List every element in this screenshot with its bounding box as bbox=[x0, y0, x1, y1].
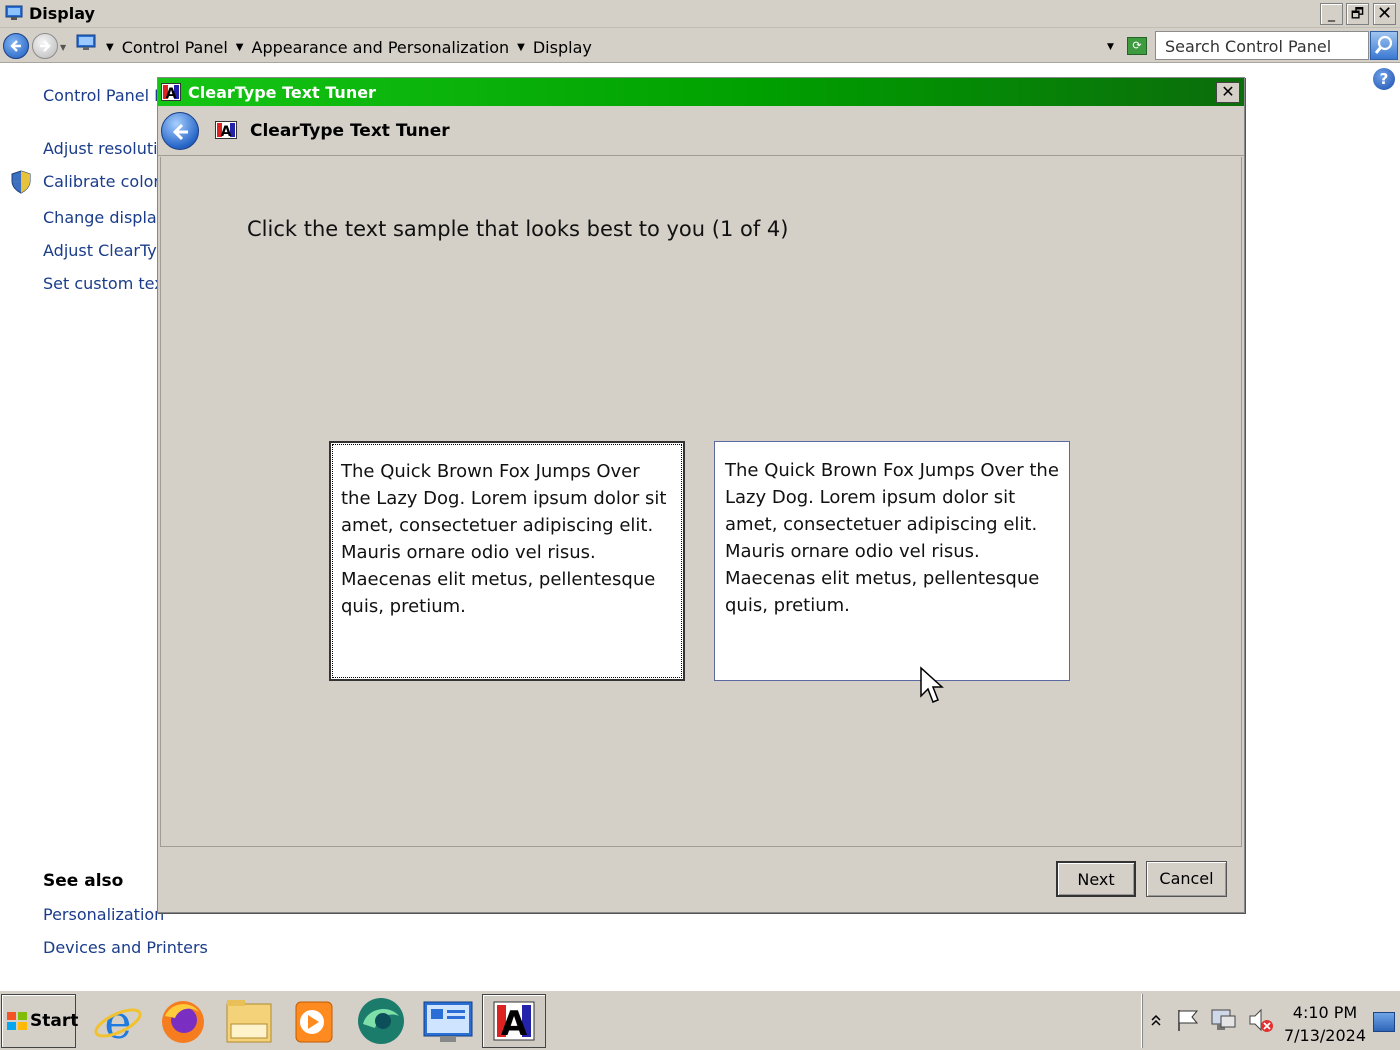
clock-date: 7/13/2024 bbox=[1283, 1026, 1367, 1045]
taskbar-control-panel[interactable] bbox=[416, 994, 480, 1048]
breadcrumb: ▼ Control Panel ▼ Appearance and Persona… bbox=[104, 36, 598, 58]
internet-explorer-icon: e bbox=[94, 995, 142, 1049]
change-display-link[interactable]: Change display bbox=[43, 208, 166, 227]
left-pane: Control Panel H Adjust resolutic Calibra… bbox=[0, 64, 208, 989]
cleartype-icon: A bbox=[493, 1001, 535, 1044]
dialog-titlebar: A ClearType Text Tuner ✕ bbox=[158, 78, 1244, 106]
personalization-link[interactable]: Personalization bbox=[43, 905, 164, 924]
display-icon bbox=[5, 5, 23, 20]
text-sample-2[interactable]: The Quick Brown Fox Jumps Over the Lazy … bbox=[714, 441, 1070, 681]
svg-text:A: A bbox=[221, 124, 232, 139]
devices-and-printers-link[interactable]: Devices and Printers bbox=[43, 938, 208, 957]
svg-text:A: A bbox=[166, 86, 177, 101]
instruction-text: Click the text sample that looks best to… bbox=[247, 217, 789, 241]
adjust-cleartype-link[interactable]: Adjust ClearTyı bbox=[43, 241, 161, 260]
dialog-header-title: ClearType Text Tuner bbox=[250, 121, 450, 141]
taskbar-firefox[interactable] bbox=[151, 994, 215, 1048]
firefox-icon bbox=[162, 1001, 204, 1043]
help-icon[interactable]: ? bbox=[1373, 68, 1395, 90]
dialog-body: Click the text sample that looks best to… bbox=[160, 157, 1242, 847]
network-icon[interactable] bbox=[1209, 1007, 1237, 1033]
media-player-icon bbox=[295, 1001, 333, 1043]
text-sample-1[interactable]: The Quick Brown Fox Jumps Over the Lazy … bbox=[329, 441, 685, 681]
folder-icon bbox=[226, 1000, 272, 1043]
show-desktop-button[interactable] bbox=[1373, 1012, 1395, 1032]
dialog-header: A ClearType Text Tuner bbox=[158, 106, 1244, 156]
close-button[interactable]: ✕ bbox=[1373, 3, 1396, 25]
start-button[interactable]: Start bbox=[1, 994, 79, 1048]
dialog-back-button[interactable] bbox=[161, 112, 199, 150]
cleartype-dialog: A ClearType Text Tuner ✕ A ClearType Tex… bbox=[157, 77, 1245, 913]
arrow-right-icon bbox=[40, 40, 51, 52]
search-input[interactable]: Search Control Panel bbox=[1155, 31, 1369, 60]
dialog-close-button[interactable]: ✕ bbox=[1216, 82, 1240, 103]
next-button[interactable]: Next bbox=[1056, 861, 1136, 897]
taskbar: Start e A 4:10 PM 7/13/2024 bbox=[0, 990, 1400, 1050]
forward-button[interactable] bbox=[32, 33, 58, 59]
action-center-flag-icon[interactable] bbox=[1175, 1008, 1201, 1032]
tray-clock[interactable]: 4:10 PM 7/13/2024 bbox=[1280, 1001, 1370, 1047]
start-label: Start bbox=[30, 1011, 79, 1031]
history-dropdown-icon[interactable]: ▼ bbox=[60, 43, 66, 52]
window-title: Display bbox=[29, 4, 95, 23]
cleartype-icon: A bbox=[161, 83, 181, 101]
taskbar-media-player[interactable] bbox=[282, 994, 346, 1048]
taskbar-file-explorer[interactable] bbox=[217, 994, 281, 1048]
system-tray: 4:10 PM 7/13/2024 bbox=[1142, 994, 1398, 1048]
windows-logo-icon bbox=[7, 1012, 27, 1030]
browser-icon bbox=[358, 998, 404, 1044]
show-hidden-icons-icon[interactable] bbox=[1149, 1012, 1163, 1028]
shield-icon bbox=[11, 170, 31, 194]
restore-button[interactable]: 🗗 bbox=[1346, 3, 1369, 25]
control-panel-icon bbox=[423, 1001, 473, 1042]
breadcrumb-appearance[interactable]: Appearance and Personalization bbox=[252, 38, 510, 57]
address-bar: ▼ ▼ Control Panel ▼ Appearance and Perso… bbox=[0, 28, 1400, 63]
dialog-title: ClearType Text Tuner bbox=[188, 83, 376, 102]
search-button[interactable] bbox=[1370, 31, 1398, 60]
see-also-heading: See also bbox=[43, 871, 124, 891]
svg-text:e: e bbox=[104, 995, 131, 1048]
taskbar-browser[interactable] bbox=[349, 994, 413, 1048]
breadcrumb-control-panel[interactable]: Control Panel bbox=[122, 38, 228, 57]
back-button[interactable] bbox=[3, 33, 29, 59]
volume-muted-icon[interactable] bbox=[1247, 1007, 1275, 1033]
arrow-left-icon bbox=[172, 123, 188, 141]
svg-text:A: A bbox=[501, 1004, 528, 1044]
cancel-button[interactable]: Cancel bbox=[1146, 861, 1227, 897]
control-panel-icon bbox=[76, 34, 96, 50]
chevron-down-icon[interactable]: ▼ bbox=[106, 42, 114, 53]
calibrate-color-link[interactable]: Calibrate color bbox=[43, 172, 160, 191]
taskbar-cleartype[interactable]: A bbox=[482, 994, 546, 1048]
taskbar-internet-explorer[interactable]: e bbox=[86, 994, 150, 1049]
adjust-resolution-link[interactable]: Adjust resolutic bbox=[43, 139, 166, 158]
window-titlebar: Display _ 🗗 ✕ bbox=[0, 0, 1400, 28]
refresh-button[interactable]: ⟳ bbox=[1127, 37, 1147, 55]
breadcrumb-display[interactable]: Display bbox=[533, 38, 592, 57]
clock-time: 4:10 PM bbox=[1292, 1003, 1358, 1022]
mouse-cursor-icon bbox=[920, 666, 944, 703]
cleartype-icon: A bbox=[215, 121, 237, 139]
address-dropdown-icon[interactable]: ▼ bbox=[1107, 42, 1114, 52]
minimize-button[interactable]: _ bbox=[1320, 3, 1343, 25]
search-icon bbox=[1374, 35, 1393, 54]
arrow-left-icon bbox=[10, 40, 21, 52]
set-custom-text-link[interactable]: Set custom tex bbox=[43, 274, 164, 293]
chevron-down-icon[interactable]: ▼ bbox=[236, 42, 244, 53]
chevron-down-icon[interactable]: ▼ bbox=[517, 42, 525, 53]
control-panel-home-link[interactable]: Control Panel H bbox=[43, 86, 166, 105]
